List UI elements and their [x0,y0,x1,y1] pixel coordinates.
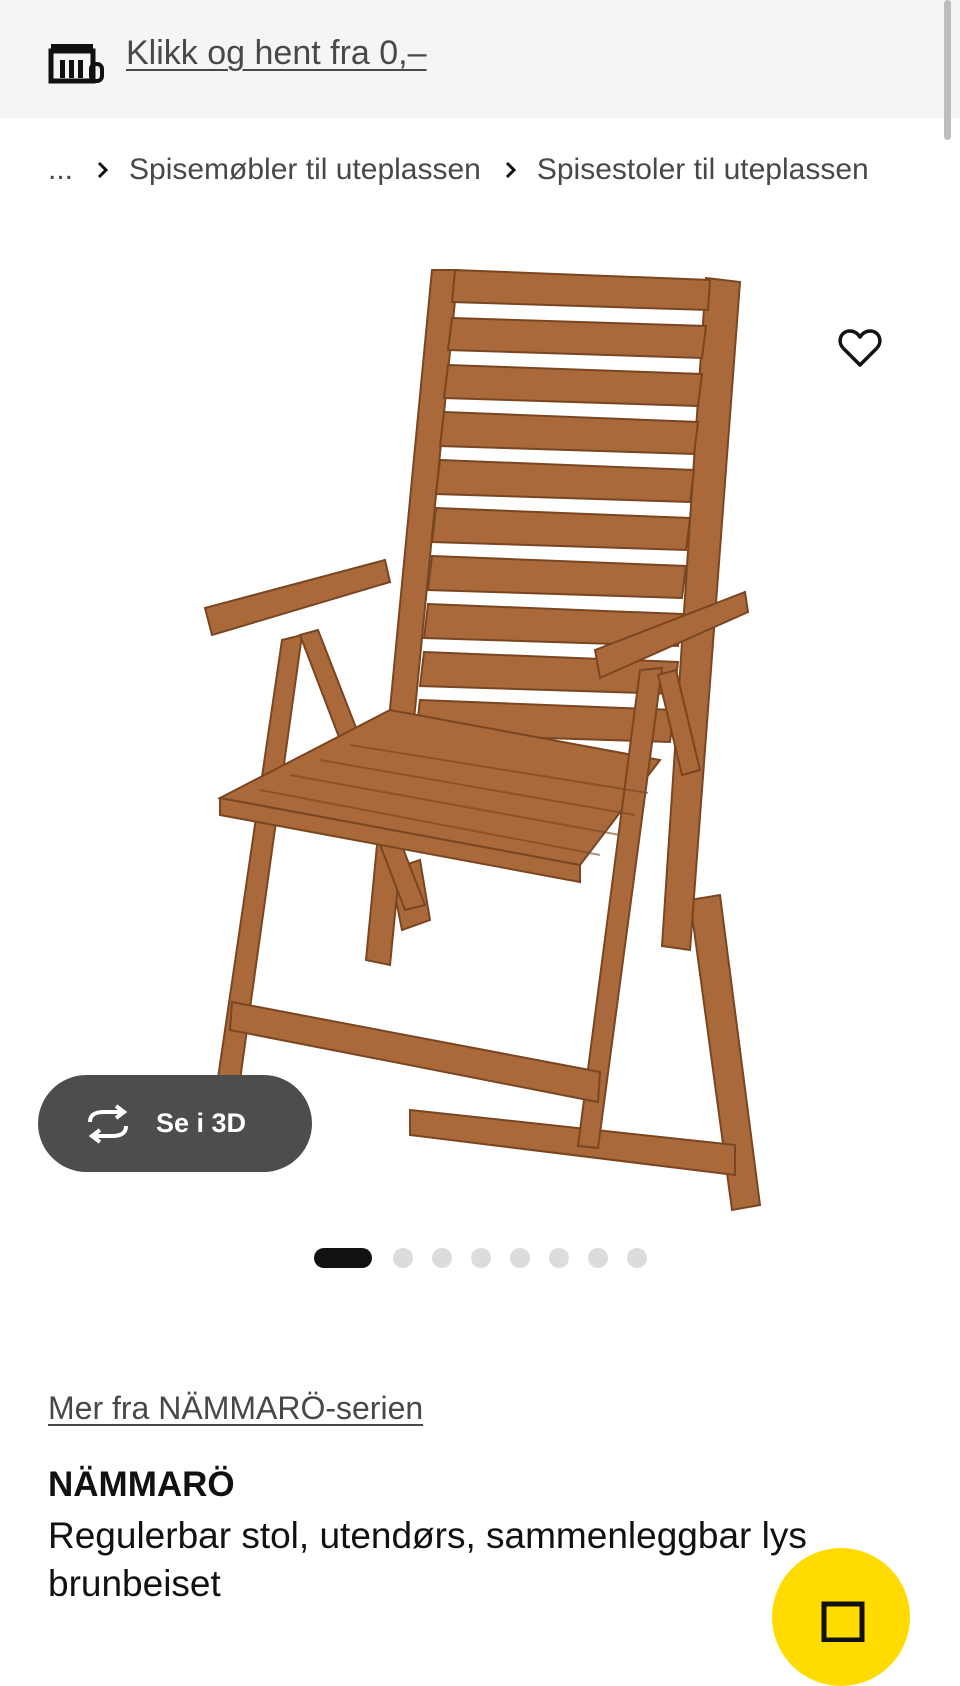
rotate-3d-icon [82,1103,134,1144]
breadcrumb-ellipsis[interactable]: ... [48,153,73,187]
click-collect-link[interactable]: Klikk og hent fra 0,– [126,34,427,73]
click-collect-banner: Klikk og hent fra 0,– [0,0,960,118]
chevron-right-icon [97,161,109,179]
breadcrumb-item-dining-chairs[interactable]: Spisestoler til uteplassen [537,153,869,187]
carousel-pagination [314,1248,666,1268]
view-3d-button[interactable]: Se i 3D [38,1075,312,1172]
carousel-dot-7[interactable] [588,1248,608,1268]
breadcrumb-item-dining-furniture[interactable]: Spisemøbler til uteplassen [129,153,481,187]
carousel-dot-5[interactable] [510,1248,530,1268]
view-3d-label: Se i 3D [156,1108,247,1138]
carousel-dot-4[interactable] [471,1248,491,1268]
carousel-dot-8[interactable] [627,1248,647,1268]
add-to-cart-button[interactable] [772,1548,910,1686]
chevron-right-icon [505,161,517,179]
carousel-dot-6[interactable] [549,1248,569,1268]
series-link[interactable]: Mer fra NÄMMARÖ-serien [48,1390,423,1427]
carousel-dot-3[interactable] [432,1248,452,1268]
heart-icon [838,329,882,367]
store-pickup-icon [48,44,104,84]
carousel-dot-1[interactable] [314,1248,372,1268]
product-name: NÄMMARÖ [48,1465,235,1504]
page-scrollbar[interactable] [944,0,951,140]
breadcrumb: ... Spisemøbler til uteplassen Spisestol… [48,150,869,190]
favorite-button[interactable] [834,322,886,374]
shopping-bag-icon [821,1601,865,1642]
carousel-dot-2[interactable] [393,1248,413,1268]
